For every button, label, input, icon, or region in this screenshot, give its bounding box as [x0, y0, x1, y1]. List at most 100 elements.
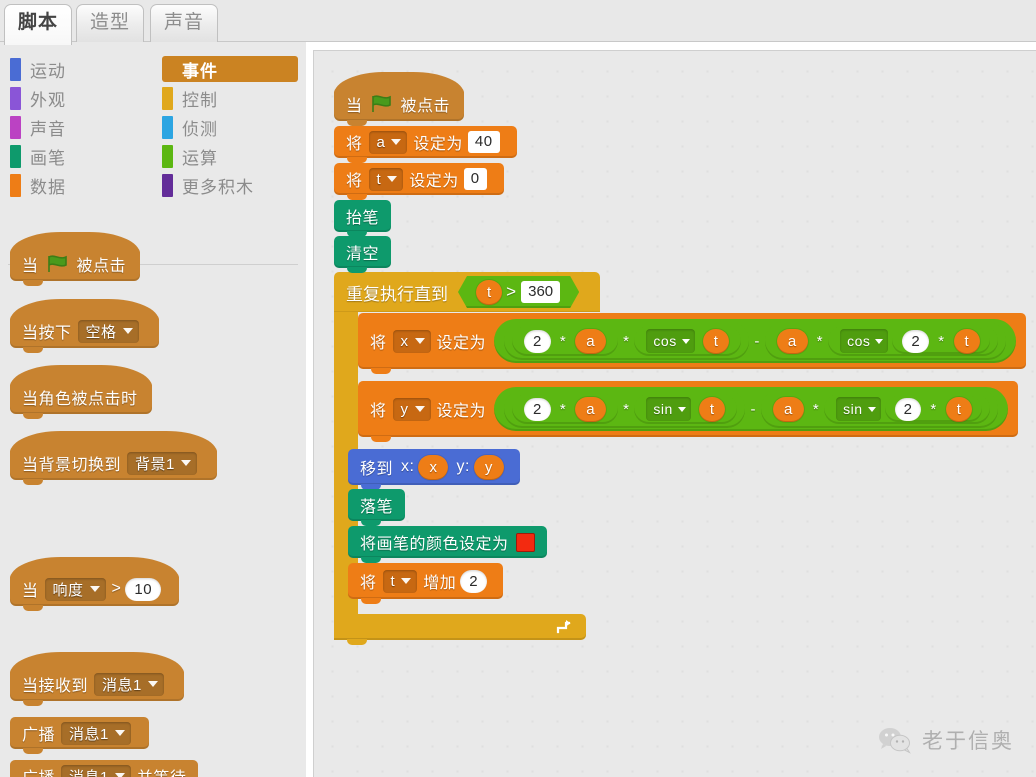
category-operators[interactable]: 运算: [162, 143, 218, 169]
threshold-input[interactable]: 10: [125, 577, 162, 601]
message-dropdown[interactable]: 消息1: [61, 721, 131, 745]
script-canvas[interactable]: 当 被点击 将 a 设定为 40 将 t 设定为 0 抬笔 清空 重复执行直到 …: [313, 50, 1036, 777]
math-function-dropdown[interactable]: cos: [646, 329, 695, 353]
number-input[interactable]: 2: [894, 397, 922, 421]
category-label: 外观: [30, 90, 66, 110]
threshold-input[interactable]: 360: [521, 281, 560, 303]
script-block-set-y[interactable]: 将 y 设定为 2 * a * sin t - a * sin 2 * t: [358, 381, 1019, 442]
backdrop-dropdown[interactable]: 背景1: [127, 451, 197, 475]
variable-reporter-t[interactable]: t: [476, 280, 502, 305]
block-text: 将画笔的颜色设定为: [360, 536, 509, 553]
tab-sounds[interactable]: 声音: [150, 4, 218, 42]
category-control[interactable]: 控制: [162, 85, 218, 111]
variable-reporter-t[interactable]: t: [945, 396, 973, 422]
operator-cos-x[interactable]: cos t: [634, 326, 742, 356]
operator-multiply-x-right[interactable]: a * cos 2 * t: [764, 322, 1007, 360]
category-pen[interactable]: 画笔: [10, 143, 66, 169]
block-text: 设定为: [409, 173, 459, 190]
key-dropdown[interactable]: 空格: [77, 319, 139, 343]
script-block-repeat-until[interactable]: 重复执行直到 t > 360: [334, 272, 988, 645]
chevron-down-icon: [867, 406, 876, 412]
palette-block-when-backdrop-switches[interactable]: 当背景切换到 背景1: [10, 431, 217, 485]
script-block-set-x[interactable]: 将 x 设定为 2 * a * cos t - a * cos 2 * t: [358, 313, 1027, 374]
variable-reporter-a[interactable]: a: [575, 396, 607, 422]
variable-reporter-x[interactable]: x: [418, 454, 449, 480]
tab-scripts[interactable]: 脚本: [4, 4, 72, 45]
operator-multiply-y-outer[interactable]: 2 * a * sin t: [504, 390, 746, 428]
category-label: 控制: [182, 90, 218, 110]
change-amount-input[interactable]: 2: [460, 569, 488, 593]
y-label: y:: [456, 458, 470, 475]
block-text: 当接收到: [22, 678, 89, 695]
operator-multiply-x-outer[interactable]: 2 * a * cos t: [504, 322, 750, 360]
message-dropdown[interactable]: 消息1: [61, 764, 131, 777]
variable-dropdown-t[interactable]: t: [382, 569, 418, 593]
value-input-a[interactable]: 40: [467, 131, 500, 153]
operator-multiply-2t-y[interactable]: 2 * t: [884, 396, 983, 422]
operator-multiply-y-right[interactable]: a * sin 2 * t: [760, 390, 999, 428]
variable-reporter-a[interactable]: a: [776, 328, 808, 354]
operator-multiply-x-inner[interactable]: 2 * a: [512, 326, 619, 356]
palette-block-broadcast-and-wait[interactable]: 广播 消息1 并等待: [10, 760, 199, 777]
script-block-goto-xy[interactable]: 移到 x: x y: y: [348, 449, 520, 490]
script-block-when-green-flag-clicked[interactable]: 当 被点击: [334, 72, 465, 126]
message-dropdown[interactable]: 消息1: [94, 672, 164, 696]
variable-dropdown-y[interactable]: y: [392, 397, 431, 421]
variable-dropdown-a[interactable]: a: [368, 130, 408, 154]
script-block-set-pen-color[interactable]: 将画笔的颜色设定为: [348, 526, 547, 563]
condition-greater-than[interactable]: t > 360: [458, 276, 579, 308]
palette-block-when-sensor-greater-than[interactable]: 当 响度 > 10: [10, 557, 180, 611]
pen-color-swatch[interactable]: [515, 532, 535, 552]
category-motion[interactable]: 运动: [10, 56, 66, 82]
operator-sin-y-right[interactable]: sin 2 * t: [824, 394, 991, 424]
category-more-blocks[interactable]: 更多积木: [162, 172, 254, 198]
script-block-set-a[interactable]: 将 a 设定为 40: [334, 126, 517, 163]
category-sensing[interactable]: 侦测: [162, 114, 218, 140]
chevron-down-icon: [681, 338, 690, 344]
operator-cos-x-right[interactable]: cos 2 * t: [828, 326, 999, 356]
script-block-pen-down[interactable]: 落笔: [348, 489, 406, 526]
math-function-dropdown[interactable]: sin: [646, 397, 691, 421]
category-events[interactable]: 事件: [162, 56, 298, 82]
variable-reporter-y[interactable]: y: [473, 454, 504, 480]
category-sound[interactable]: 声音: [10, 114, 66, 140]
script-block-set-t[interactable]: 将 t 设定为 0: [334, 163, 504, 200]
tab-costumes[interactable]: 造型: [76, 4, 144, 42]
variable-reporter-t[interactable]: t: [698, 396, 726, 422]
script-block-pen-clear[interactable]: 清空: [334, 236, 392, 273]
category-label: 更多积木: [182, 177, 254, 197]
palette-block-when-green-flag-clicked[interactable]: 当 被点击: [10, 232, 141, 286]
math-function-dropdown[interactable]: sin: [836, 397, 881, 421]
repeat-until-header[interactable]: 重复执行直到 t > 360: [334, 272, 600, 312]
variable-reporter-t[interactable]: t: [702, 328, 730, 354]
operator-sin-y[interactable]: sin t: [634, 394, 738, 424]
dropdown-value: 响度: [52, 581, 84, 599]
operator-subtract-x[interactable]: 2 * a * cos t - a * cos 2 * t: [494, 319, 1017, 363]
number-input[interactable]: 2: [902, 329, 930, 353]
category-looks[interactable]: 外观: [10, 85, 66, 111]
script-block-pen-up[interactable]: 抬笔: [334, 200, 392, 237]
number-input[interactable]: 2: [524, 397, 551, 421]
variable-dropdown-x[interactable]: x: [392, 329, 431, 353]
operator-subtract-y[interactable]: 2 * a * sin t - a * sin 2 * t: [494, 387, 1009, 431]
variable-dropdown-t[interactable]: t: [368, 167, 404, 191]
sensor-dropdown[interactable]: 响度: [44, 577, 106, 601]
number-input[interactable]: 2: [524, 329, 551, 353]
category-label: 运动: [30, 61, 66, 81]
variable-reporter-t[interactable]: t: [953, 328, 981, 354]
math-function-dropdown[interactable]: cos: [840, 329, 889, 353]
category-label: 画笔: [30, 148, 66, 168]
script-block-change-t[interactable]: 将 t 增加 2: [348, 563, 504, 604]
palette-block-when-i-receive[interactable]: 当接收到 消息1: [10, 652, 184, 706]
variable-reporter-a[interactable]: a: [575, 328, 607, 354]
variable-reporter-a[interactable]: a: [772, 396, 804, 422]
palette-block-when-sprite-clicked[interactable]: 当角色被点击时: [10, 365, 152, 419]
dropdown-value: sin: [653, 401, 673, 417]
block-text: 增加: [423, 575, 457, 592]
palette-block-broadcast[interactable]: 广播 消息1: [10, 717, 149, 754]
palette-block-when-key-pressed[interactable]: 当按下 空格: [10, 299, 159, 353]
operator-multiply-2t-x[interactable]: 2 * t: [892, 328, 991, 354]
value-input-t[interactable]: 0: [463, 168, 487, 190]
category-data[interactable]: 数据: [10, 172, 66, 198]
operator-multiply-y-inner[interactable]: 2 * a: [512, 394, 619, 424]
